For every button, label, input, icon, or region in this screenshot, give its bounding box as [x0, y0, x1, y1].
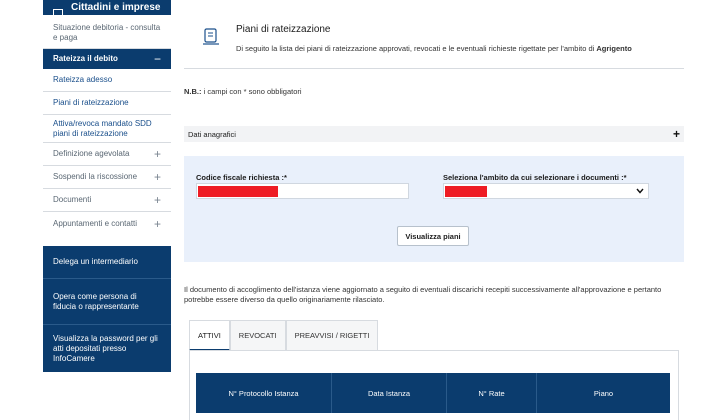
page-header: Piani di rateizzazione Di seguito la lis… [202, 24, 632, 53]
sidebar-item-appuntamenti[interactable]: Appuntamenti e contatti + [43, 212, 171, 235]
sidebar: Cittadini e imprese Situazione debitoria… [43, 0, 171, 420]
column-header-protocollo: N° Protocollo Istanza [196, 373, 332, 413]
required-note-text: i campi con * sono obbligatori [203, 87, 302, 96]
sidebar-item-label: Opera come persona di fiducia o rapprese… [53, 291, 139, 311]
expand-icon[interactable]: + [154, 218, 161, 230]
divider [184, 68, 684, 69]
sidebar-item-password-infocamere[interactable]: Visualizza la password per gli atti depo… [43, 325, 171, 372]
sidebar-item-label: Documenti [53, 195, 92, 204]
sidebar-item-piani-rateizzazione[interactable]: Piani di rateizzazione [43, 92, 171, 115]
tab-revocati[interactable]: REVOCATI [229, 320, 286, 351]
expand-icon[interactable]: + [154, 194, 161, 206]
sidebar-header[interactable]: Cittadini e imprese [43, 0, 171, 15]
sidebar-header-label: Cittadini e imprese [71, 2, 161, 13]
page-subtitle: Di seguito la lista dei piani di rateizz… [236, 44, 632, 53]
sidebar-item-sospendi-riscossione[interactable]: Sospendi la riscossione + [43, 166, 171, 189]
page-title: Piani di rateizzazione [236, 24, 331, 35]
sidebar-item-label: Piani di rateizzazione [53, 98, 129, 107]
tab-attivi[interactable]: ATTIVI [189, 320, 230, 351]
redaction-mark [198, 186, 278, 197]
sidebar-item-mandato-sdd[interactable]: Attiva/revoca mandato SDD piani di ratei… [43, 115, 171, 143]
codice-fiscale-input[interactable] [196, 183, 409, 199]
sidebar-item-delega-intermediario[interactable]: Delega un intermediario [43, 246, 171, 279]
sidebar-item-rateizza-debito[interactable]: Rateizza il debito − [43, 49, 171, 69]
column-header-data-istanza: Data Istanza [332, 373, 447, 413]
sidebar-item-label: Rateizza il debito [53, 54, 118, 63]
sidebar-item-rateizza-adesso[interactable]: Rateizza adesso [43, 69, 171, 92]
search-form: Codice fiscale richiesta :* Seleziona l'… [184, 156, 684, 262]
sidebar-item-persona-fiducia[interactable]: Opera come persona di fiducia o rapprese… [43, 279, 171, 325]
expand-icon[interactable]: + [154, 148, 161, 160]
required-note-prefix: N.B.: [184, 87, 202, 96]
page-subtitle-text: Di seguito la lista dei piani di rateizz… [236, 44, 595, 53]
sidebar-item-definizione-agevolata[interactable]: Definizione agevolata + [43, 143, 171, 166]
column-header-piano: Piano [593, 388, 614, 398]
document-list-icon [203, 28, 219, 45]
sidebar-item-label: Sospendi la riscossione [53, 172, 138, 181]
redaction-mark [445, 186, 487, 197]
ambito-select-label: Seleziona l'ambito da cui selezionare i … [443, 173, 627, 182]
table-header: N° Protocollo Istanza Data Istanza N° Ra… [196, 373, 670, 413]
chevron-down-icon [636, 188, 644, 194]
dati-anagrafici-accordion[interactable]: Dati anagrafici + [184, 126, 684, 142]
required-note: N.B.: i campi con * sono obbligatori [184, 87, 302, 96]
sidebar-item-documenti[interactable]: Documenti + [43, 189, 171, 212]
sidebar-item-label: Attiva/revoca mandato SDD piani di ratei… [53, 118, 152, 138]
info-text: Il documento di accoglimento dell'istanz… [184, 285, 662, 304]
visualizza-piani-button[interactable]: Visualizza piani [397, 226, 469, 246]
sidebar-item-label: Situazione debitoria - consulta e paga [53, 22, 161, 42]
sidebar-item-label: Definizione agevolata [53, 149, 130, 158]
column-header-rate: N° Rate [447, 373, 537, 413]
expand-icon[interactable]: + [154, 171, 161, 183]
tab-preavvisi-rigetti[interactable]: PREAVVISI / RIGETTI [285, 320, 379, 351]
codice-fiscale-label: Codice fiscale richiesta :* [196, 173, 287, 182]
collapse-icon[interactable]: − [154, 53, 161, 65]
sidebar-item-label: Rateizza adesso [53, 75, 113, 84]
sidebar-item-label: Appuntamenti e contatti [53, 218, 138, 228]
sidebar-item-situazione-debitoria[interactable]: Situazione debitoria - consulta e paga [43, 15, 171, 49]
expand-icon[interactable]: + [673, 127, 680, 141]
login-icon [53, 9, 63, 15]
sidebar-services: Delega un intermediario Opera come perso… [43, 246, 171, 372]
ambito-name: Agrigento [596, 44, 632, 53]
sidebar-item-label: Delega un intermediario [53, 257, 138, 266]
dati-anagrafici-label: Dati anagrafici [188, 129, 236, 139]
ambito-select[interactable] [443, 183, 649, 199]
sidebar-item-label: Visualizza la password per gli atti depo… [53, 333, 158, 363]
tab-bar: ATTIVI REVOCATI PREAVVISI / RIGETTI [189, 320, 379, 351]
